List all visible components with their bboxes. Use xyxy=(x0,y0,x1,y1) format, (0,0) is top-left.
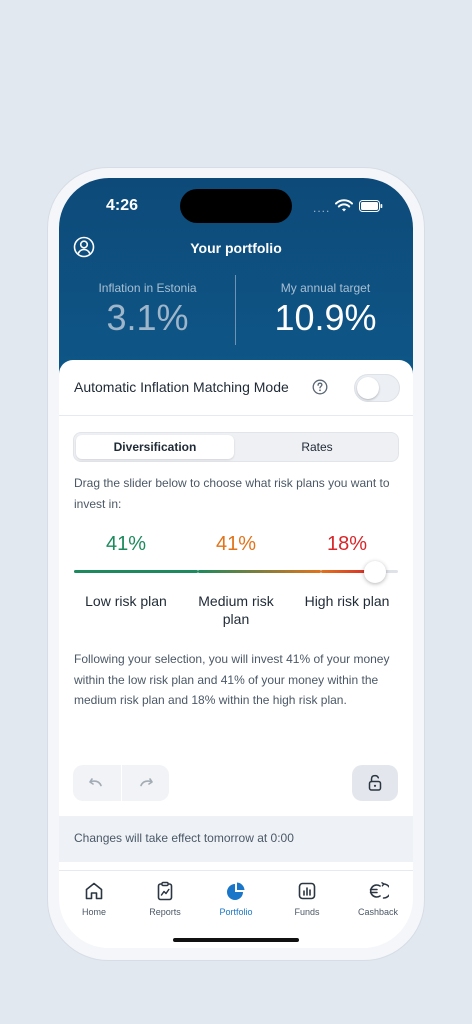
reports-icon xyxy=(157,881,173,901)
inflation-label: Inflation in Estonia xyxy=(98,281,197,295)
home-icon xyxy=(85,882,103,900)
nav-reports-label: Reports xyxy=(149,907,181,917)
undo-button[interactable] xyxy=(73,765,121,801)
nav-funds[interactable]: Funds xyxy=(272,871,342,931)
inflation-mode-toggle[interactable] xyxy=(354,374,400,402)
annual-target-stat: My annual target 10.9% xyxy=(237,281,413,339)
unlock-icon xyxy=(368,774,382,791)
high-risk-percent: 18% xyxy=(326,533,368,555)
annual-target-label: My annual target xyxy=(280,281,371,295)
lock-button[interactable] xyxy=(352,765,398,801)
nav-funds-label: Funds xyxy=(294,907,320,917)
medium-risk-fill xyxy=(197,570,322,573)
nav-portfolio-label: Portfolio xyxy=(219,907,253,917)
portfolio-header: 4:26 .... Your portfolio Inflation in Es… xyxy=(59,178,413,383)
page-title: Your portfolio xyxy=(190,240,282,256)
risk-slider-handle[interactable] xyxy=(364,561,387,583)
medium-risk-plan-label: Medium risk plan xyxy=(198,593,274,627)
inflation-value: 3.1% xyxy=(106,297,189,338)
risk-slider-track[interactable] xyxy=(74,570,398,573)
annual-target-value: 10.9% xyxy=(274,297,377,338)
nav-portfolio[interactable]: Portfolio xyxy=(201,871,271,931)
medium-risk-percent: 41% xyxy=(215,533,257,555)
low-risk-fill xyxy=(74,570,198,573)
portfolio-card: Automatic Inflation Matching Mode Divers… xyxy=(59,360,413,870)
nav-cashback[interactable]: Cashback xyxy=(343,871,413,931)
help-icon[interactable] xyxy=(312,379,328,395)
allocation-summary: Following your selection, you will inves… xyxy=(74,652,390,707)
effect-notice: Changes will take effect tomorrow at 0:0… xyxy=(59,816,413,862)
dynamic-island xyxy=(180,189,292,223)
nav-cashback-label: Cashback xyxy=(357,907,399,917)
effect-notice-text: Changes will take effect tomorrow at 0:0… xyxy=(74,831,294,845)
tab-diversification[interactable]: Diversification xyxy=(76,435,234,459)
nav-reports[interactable]: Reports xyxy=(130,871,200,931)
high-risk-plan-label: High risk plan xyxy=(304,593,390,609)
redo-button[interactable] xyxy=(122,765,169,801)
wifi-icon xyxy=(335,199,353,212)
stat-divider xyxy=(235,275,236,345)
redo-icon xyxy=(140,778,153,787)
bottom-nav: Home Reports Portfolio Funds Cashback xyxy=(59,870,413,948)
battery-icon xyxy=(359,200,383,212)
undo-redo-group xyxy=(73,765,169,801)
undo-icon xyxy=(89,778,102,787)
cashback-icon xyxy=(369,882,389,899)
inflation-stat: Inflation in Estonia 3.1% xyxy=(59,281,236,339)
portfolio-tabs: Diversification Rates xyxy=(73,432,399,462)
funds-icon xyxy=(298,882,316,900)
slider-instruction: Drag the slider below to choose what ris… xyxy=(74,476,390,511)
app-screen: 4:26 .... Your portfolio Inflation in Es… xyxy=(59,178,413,948)
toggle-knob xyxy=(357,377,379,399)
tab-rates[interactable]: Rates xyxy=(237,435,397,459)
inflation-mode-label: Automatic Inflation Matching Mode xyxy=(74,379,289,395)
nav-home-label: Home xyxy=(81,907,106,917)
home-indicator xyxy=(173,938,299,942)
portfolio-icon xyxy=(227,882,245,900)
inflation-mode-row: Automatic Inflation Matching Mode xyxy=(59,360,413,416)
signal-dots-icon: .... xyxy=(313,201,331,215)
low-risk-percent: 41% xyxy=(105,533,147,555)
status-time: 4:26 xyxy=(106,197,139,214)
low-risk-plan-label: Low risk plan xyxy=(85,593,167,609)
nav-home[interactable]: Home xyxy=(59,871,129,931)
